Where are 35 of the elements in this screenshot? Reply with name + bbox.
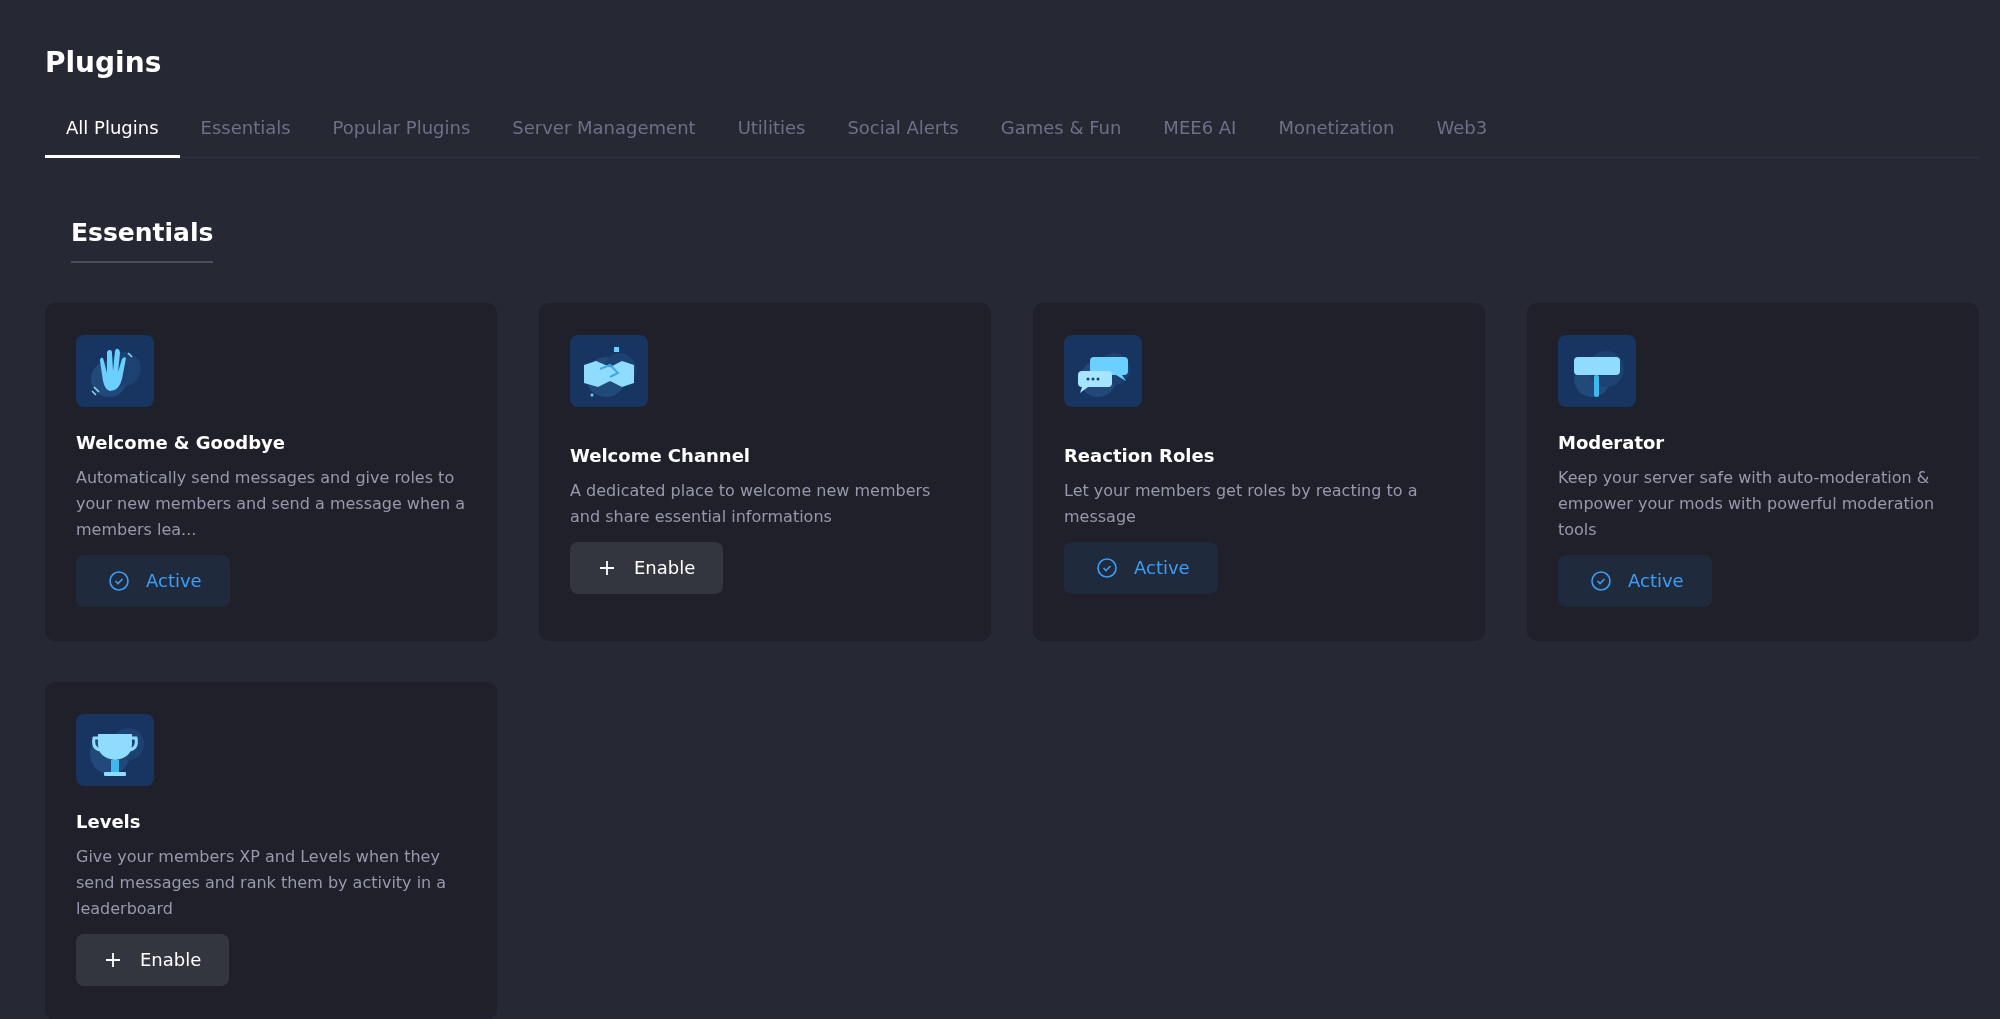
check-circle-icon — [108, 569, 130, 592]
plugin-name: Levels — [76, 810, 142, 832]
check-circle-icon — [1096, 556, 1118, 579]
category-tab[interactable]: All Plugins — [45, 105, 180, 158]
plugin-description: Keep your server safe with auto-moderation & empower your mods with powerful moderation tools — [1558, 466, 1936, 541]
trophy-icon — [76, 714, 154, 786]
handshake-icon — [570, 335, 648, 407]
chat-icon — [1064, 335, 1142, 407]
hammer-icon — [1558, 335, 1636, 407]
category-tab[interactable]: Monetization — [1257, 105, 1416, 158]
page-title: Plugins — [45, 46, 163, 79]
category-tab[interactable]: Social Alerts — [826, 105, 980, 158]
check-circle-icon — [1590, 569, 1612, 592]
category-tab[interactable]: Utilities — [716, 105, 827, 158]
enable-button[interactable]: Enable — [76, 933, 230, 986]
category-tab[interactable]: Web3 — [1415, 105, 1509, 158]
plugin-name: Welcome Channel — [570, 444, 752, 466]
plugin-name: Moderator — [1558, 431, 1666, 453]
category-tab[interactable]: Essentials — [179, 105, 312, 158]
enable-button[interactable]: Enable — [570, 541, 724, 594]
plugin-name: Reaction Roles — [1064, 444, 1216, 466]
active-button[interactable]: Active — [1064, 541, 1218, 594]
plugin-description: Automatically send messages and give roles to your new members and send a message when a members lea... — [76, 466, 466, 541]
plugin-name: Welcome & Goodbye — [76, 431, 287, 453]
plugin-description: Let your members get roles by reacting to a message — [1064, 479, 1419, 528]
section-heading: Essentials — [71, 218, 214, 263]
active-button[interactable]: Active — [76, 554, 230, 607]
category-tab[interactable]: Server Management — [491, 105, 717, 158]
category-tab[interactable]: Games & Fun — [979, 105, 1143, 158]
plugin-description: A dedicated place to welcome new members and share essential informations — [570, 479, 932, 528]
plugin-description: Give your members XP and Levels when they send messages and rank them by activity in a leaderboard — [76, 845, 448, 920]
category-tab[interactable]: Popular Plugins — [311, 105, 492, 158]
category-tab[interactable]: MEE6 AI — [1142, 105, 1258, 158]
active-button[interactable]: Active — [1558, 554, 1712, 607]
hand-icon — [76, 335, 154, 407]
